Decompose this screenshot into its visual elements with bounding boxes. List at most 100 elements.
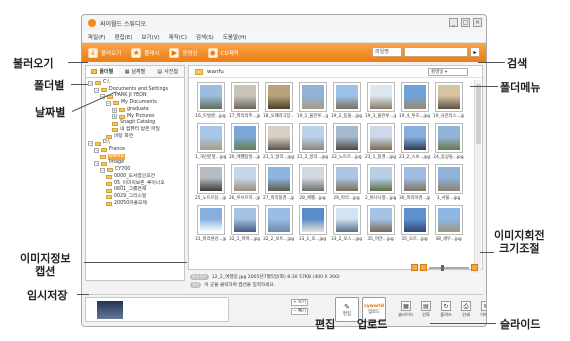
- thumbnail-image[interactable]: [298, 82, 327, 112]
- slideshow-button[interactable]: ▦ 슬라이드: [397, 297, 415, 322]
- thumbnail-item[interactable]: 3_서울...jpg: [433, 164, 464, 203]
- thumbnail-image[interactable]: [366, 123, 395, 153]
- thumbnail-image[interactable]: [264, 82, 293, 112]
- thumbnail-item[interactable]: 26_루브르지...jpg: [229, 164, 260, 203]
- thumbnail-item[interactable]: 29_파리...jpg: [331, 164, 362, 203]
- thumbnail-image[interactable]: [400, 82, 429, 112]
- tree-node[interactable]: 0000_도서엽인오전: [88, 174, 182, 181]
- thumbnail-image[interactable]: [264, 123, 293, 153]
- collapse-icon[interactable]: −: [88, 141, 93, 147]
- thumbnail-item[interactable]: 28_에펠...jpg: [297, 164, 328, 203]
- printer-button[interactable]: ⎙ 인쇄: [457, 297, 475, 322]
- rotate-button[interactable]: ↻ 돌려쓰: [437, 297, 455, 322]
- thumbnail-image[interactable]: [400, 205, 429, 235]
- thumbnail-item[interactable]: 24_동상들...jpg: [433, 123, 464, 162]
- tree-node[interactable]: − Image: [88, 160, 182, 167]
- thumbnail-image[interactable]: [366, 205, 395, 235]
- menu-edit[interactable]: 편집(E): [115, 33, 133, 41]
- thumbnail-image[interactable]: [400, 164, 429, 194]
- thumbnail-image[interactable]: [400, 123, 429, 153]
- thumbnail-image[interactable]: [298, 205, 327, 235]
- tree-node[interactable]: − D:\: [88, 140, 182, 147]
- thumbnail-item[interactable]: 33_1_모...jpg: [297, 205, 328, 244]
- collapse-icon[interactable]: −: [94, 147, 99, 153]
- thumbnail-image[interactable]: [264, 164, 293, 194]
- tray-remove-button[interactable]: − 빼기: [291, 308, 308, 315]
- thumbnail-item[interactable]: 35_여관...jpg: [365, 205, 396, 244]
- thumbnail-item[interactable]: 19_3_물란루...jpg: [365, 82, 396, 121]
- rotate-left-button[interactable]: [411, 264, 418, 271]
- tree-node[interactable]: 0029_그리스일: [88, 194, 182, 201]
- thumbnail-item[interactable]: 1_개선문앞...jpg: [195, 123, 226, 162]
- thumbnail-item[interactable]: 32_2_보트...jpg: [263, 205, 294, 244]
- thumbnail-item[interactable]: 17_파리의주...jpg: [229, 82, 260, 121]
- thumbnail-image[interactable]: [196, 164, 225, 194]
- thumbnail-image[interactable]: [298, 123, 327, 153]
- thumbnail-item[interactable]: 16_트벗센...jpg: [195, 82, 226, 121]
- tray-thumbnail[interactable]: [97, 301, 123, 319]
- tree-node[interactable]: Snagit Catalog: [88, 120, 182, 127]
- edit-button[interactable]: ✎ 편집: [335, 297, 359, 322]
- tree-node[interactable]: wanfu: [88, 153, 182, 161]
- flash-button[interactable]: ★ 플래시: [131, 47, 159, 58]
- close-button[interactable]: ×: [473, 18, 482, 27]
- tree-node[interactable]: − My Documents: [88, 100, 182, 107]
- collapse-icon[interactable]: −: [94, 161, 99, 167]
- thumbnail-image[interactable]: [196, 123, 225, 153]
- thumbnail-image[interactable]: [332, 164, 361, 194]
- size-slider[interactable]: [429, 264, 469, 271]
- tree-node[interactable]: − C:\: [88, 80, 182, 87]
- thumbnail-image[interactable]: [332, 205, 361, 235]
- thumbnail-image[interactable]: [434, 82, 463, 112]
- folder-menu-select[interactable]: 촬영일 ▾: [428, 68, 468, 76]
- size-slider-knob[interactable]: [441, 264, 444, 271]
- thumbnail-image[interactable]: [434, 123, 463, 153]
- thumbnail-image[interactable]: [196, 205, 225, 235]
- tray-add-button[interactable]: + 보기: [291, 299, 308, 306]
- thumbnail-image[interactable]: [230, 123, 259, 153]
- expand-icon[interactable]: +: [112, 107, 117, 113]
- thumbnail-item[interactable]: 35_오르...jpg: [399, 205, 430, 244]
- thumbnail-item[interactable]: 18_오페라극장...jpg: [263, 82, 294, 121]
- size-max-button[interactable]: [471, 264, 478, 271]
- cd-button[interactable]: ◉ CD제작: [207, 47, 239, 58]
- thumbnail-image[interactable]: [264, 205, 293, 235]
- collapse-icon[interactable]: −: [100, 167, 105, 173]
- expand-icon[interactable]: +: [112, 114, 117, 120]
- search-type-select[interactable]: 파일명: [372, 47, 402, 57]
- collapse-icon[interactable]: −: [106, 100, 111, 106]
- thumbnail-item[interactable]: 21_2_방리...jpg: [297, 123, 328, 162]
- thumbnail-image[interactable]: [332, 123, 361, 153]
- menu-create[interactable]: 제작(C): [169, 33, 187, 41]
- tab-by-folder[interactable]: 폴더별: [86, 66, 119, 77]
- thumbnail-item[interactable]: 32_1_파파...jpg: [229, 205, 260, 244]
- thumbnail-item[interactable]: 30_파리야경...jpg: [399, 164, 430, 203]
- thumbnail-item[interactable]: 33_2_모스...jpg: [331, 205, 362, 244]
- email-button[interactable]: ✉이메일: [477, 297, 486, 322]
- thumbnail-image[interactable]: [434, 205, 463, 235]
- menu-help[interactable]: 도움말(H): [223, 33, 247, 41]
- thumbnail-item[interactable]: 19_사진리스...jpg: [433, 82, 464, 121]
- maximize-button[interactable]: □: [461, 18, 470, 27]
- tree-node[interactable]: 20050카풀모제: [88, 201, 182, 208]
- thumbnail-image[interactable]: [230, 82, 259, 112]
- thumbnail-image[interactable]: [230, 205, 259, 235]
- menu-file[interactable]: 파일(F): [88, 33, 106, 41]
- collapse-icon[interactable]: −: [94, 87, 99, 93]
- thumbnail-item[interactable]: 19_4_루즈...jpg: [399, 82, 430, 121]
- rotate-right-button[interactable]: [420, 264, 427, 271]
- collapse-icon[interactable]: −: [88, 80, 93, 86]
- thumbnail-image[interactable]: [196, 82, 225, 112]
- tab-albums[interactable]: ▤ 사진첩: [151, 66, 184, 77]
- tree-node[interactable]: − France: [88, 147, 182, 154]
- minimize-button[interactable]: _: [449, 18, 458, 27]
- thumbnail-item[interactable]: 38_세우...jpg: [433, 205, 464, 244]
- vertical-scrollbar[interactable]: [474, 80, 481, 280]
- thumbnail-item[interactable]: 20_에펠탑앞...jpg: [229, 123, 260, 162]
- menu-search[interactable]: 검색(S): [196, 33, 214, 41]
- menu-view[interactable]: 보기(V): [141, 33, 159, 41]
- thumbnail-image[interactable]: [434, 164, 463, 194]
- thumbnail-item[interactable]: 23_1_풍경...jpg: [365, 123, 396, 162]
- thumbnail-item[interactable]: 23_2_스보...jpg: [399, 123, 430, 162]
- thumbnail-item[interactable]: 2_바나나풍...jpg: [365, 164, 396, 203]
